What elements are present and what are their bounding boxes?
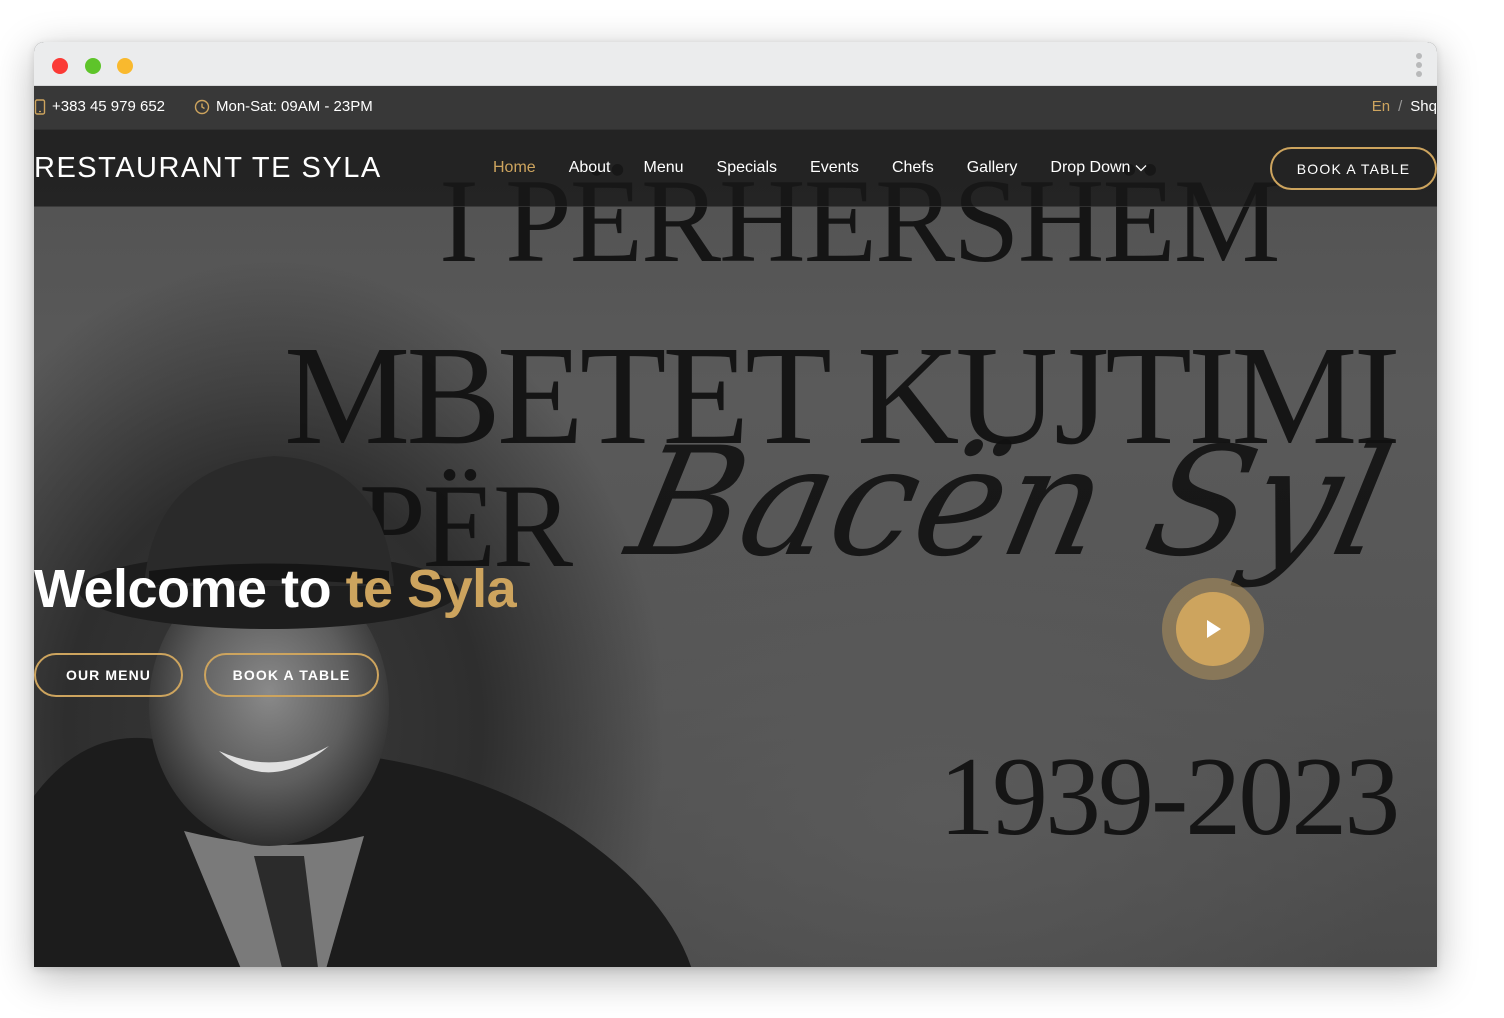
lang-en-link[interactable]: En: [1372, 98, 1390, 115]
hero-title-accent: te Syla: [345, 559, 517, 619]
browser-titlebar: [34, 42, 1437, 86]
close-window-button[interactable]: [52, 58, 68, 74]
play-button-circle: [1176, 592, 1250, 666]
more-options-icon[interactable]: [1415, 53, 1423, 79]
site-logo[interactable]: RESTAURANT TE SYLA: [34, 152, 382, 185]
nav-home[interactable]: Home: [493, 159, 536, 177]
our-menu-button[interactable]: OUR MENU: [34, 653, 183, 697]
lang-shq-link[interactable]: Shq: [1410, 98, 1437, 115]
maximize-window-button[interactable]: [117, 58, 133, 74]
hero-title: Welcome to te Syla: [34, 558, 517, 620]
main-nav: Home About Menu Specials Events Chefs Ga…: [493, 159, 1180, 177]
nav-gallery[interactable]: Gallery: [967, 159, 1018, 177]
nav-menu[interactable]: Menu: [644, 159, 684, 177]
background-memorial-years: 1939-2023: [939, 735, 1400, 859]
language-switcher: En / Shq: [1372, 98, 1437, 115]
play-video-button[interactable]: [1162, 578, 1264, 680]
book-table-hero-button[interactable]: BOOK A TABLE: [204, 653, 379, 697]
clock-icon: [194, 99, 210, 114]
nav-chefs[interactable]: Chefs: [892, 159, 934, 177]
lang-separator: /: [1398, 98, 1403, 115]
top-info-bar: +383 45 979 652 Mon-Sat: 09AM - 23PM En /…: [34, 86, 1437, 129]
play-icon: [1207, 620, 1221, 638]
nav-dropdown[interactable]: Drop Down: [1050, 159, 1147, 177]
hero-background: I PËRHERSHËM MBETET KUJTIMI PËR Bacën Sy…: [34, 86, 1437, 967]
nav-events[interactable]: Events: [810, 159, 859, 177]
minimize-window-button[interactable]: [85, 58, 101, 74]
phone-number: +383 45 979 652: [52, 98, 166, 115]
hours-text: Mon-Sat: 09AM - 23PM: [216, 98, 373, 115]
nav-about[interactable]: About: [569, 159, 611, 177]
contact-phone[interactable]: +383 45 979 652: [34, 98, 165, 115]
phone-icon: [34, 98, 46, 115]
page: I PËRHERSHËM MBETET KUJTIMI PËR Bacën Sy…: [34, 86, 1437, 967]
hero-title-plain: Welcome to: [34, 559, 332, 619]
browser-window: I PËRHERSHËM MBETET KUJTIMI PËR Bacën Sy…: [34, 42, 1437, 967]
opening-hours: Mon-Sat: 09AM - 23PM: [194, 98, 373, 115]
main-navbar: RESTAURANT TE SYLA Home About Menu Speci…: [34, 129, 1437, 207]
chevron-down-icon: [1135, 165, 1147, 172]
nav-dropdown-label: Drop Down: [1050, 159, 1131, 176]
book-table-nav-button[interactable]: BOOK A TABLE: [1270, 147, 1437, 190]
nav-specials[interactable]: Specials: [717, 159, 777, 177]
